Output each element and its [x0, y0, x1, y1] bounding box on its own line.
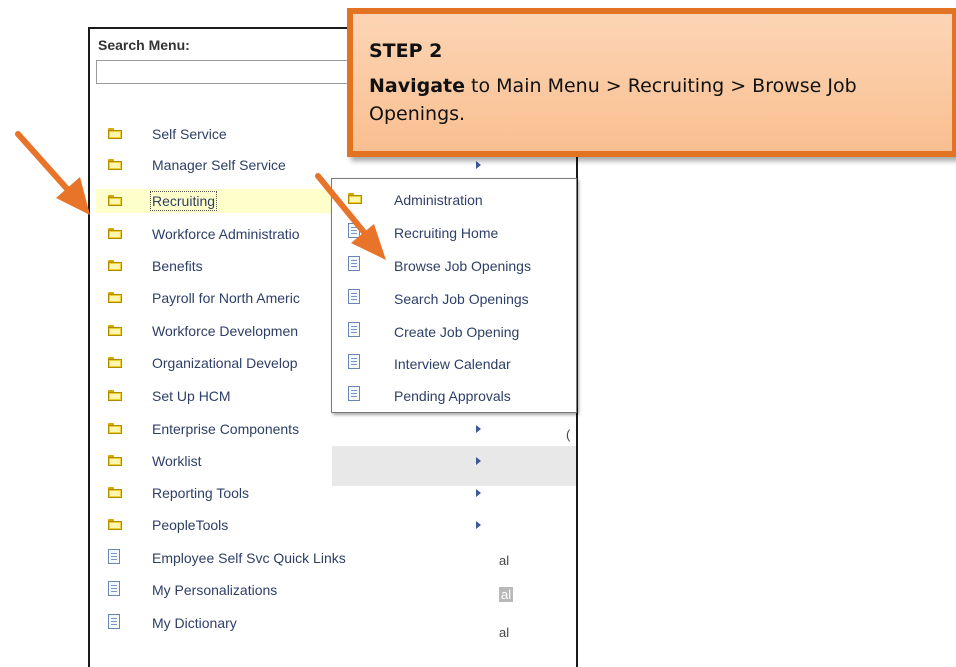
arrow-to-browse-job-openings [315, 173, 386, 260]
arrow-to-recruiting [15, 131, 90, 215]
annotation-arrows [15, 131, 386, 260]
